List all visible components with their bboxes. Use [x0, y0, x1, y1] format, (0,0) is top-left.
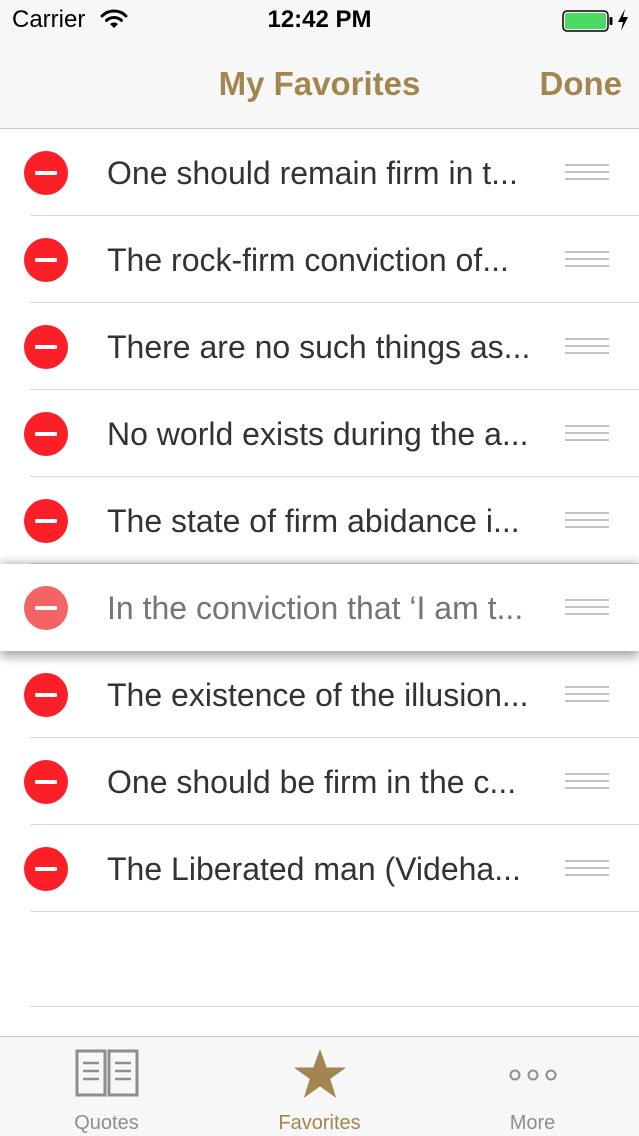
divider — [30, 1006, 639, 1007]
navigation-bar: My Favorites Done — [0, 40, 639, 129]
delete-button[interactable] — [24, 151, 68, 195]
status-time: 12:42 PM — [267, 6, 372, 33]
delete-button[interactable] — [24, 673, 68, 717]
battery-icon — [562, 10, 613, 32]
list-item-dragging[interactable]: In the conviction that ‘I am t... — [0, 564, 639, 651]
list-item[interactable]: There are no such things as... — [0, 303, 639, 390]
reorder-handle-icon[interactable] — [565, 512, 609, 530]
quote-text: In the conviction that ‘I am t... — [107, 590, 524, 626]
quote-text: The existence of the illusion... — [107, 677, 529, 713]
delete-button[interactable] — [24, 325, 68, 369]
tab-label: More — [509, 1112, 556, 1134]
screen: Carrier 12:42 PM My Favorites Done One s… — [0, 0, 639, 1136]
favorites-list: One should remain firm in t... The rock-… — [0, 129, 639, 912]
list-item[interactable]: The Liberated man (Videha... — [0, 825, 639, 912]
tab-bar: Quotes Favorites More — [0, 1036, 639, 1136]
minus-icon — [35, 258, 57, 262]
delete-button[interactable] — [24, 412, 68, 456]
minus-icon — [35, 606, 57, 610]
reorder-handle-icon[interactable] — [565, 686, 609, 704]
quote-text: The Liberated man (Videha... — [107, 851, 521, 887]
list-item[interactable]: One should be firm in the c... — [0, 738, 639, 825]
tab-label: Favorites — [278, 1112, 361, 1134]
quote-text: The rock-firm conviction of... — [107, 242, 509, 278]
quote-text: One should remain firm in t... — [107, 155, 518, 191]
quote-text: No world exists during the a... — [107, 416, 529, 452]
quote-text: There are no such things as... — [107, 329, 531, 365]
quote-text: One should be firm in the c... — [107, 764, 517, 800]
delete-button[interactable] — [24, 499, 68, 543]
done-button[interactable]: Done — [540, 64, 623, 104]
reorder-handle-icon[interactable] — [565, 773, 609, 791]
star-icon — [213, 1047, 426, 1103]
reorder-handle-icon[interactable] — [565, 251, 609, 269]
tab-quotes[interactable]: Quotes — [0, 1037, 213, 1136]
minus-icon — [35, 171, 57, 175]
minus-icon — [35, 867, 57, 871]
list-item[interactable]: One should remain firm in t... — [0, 129, 639, 216]
tab-more[interactable]: More — [426, 1037, 639, 1136]
list-item[interactable]: The state of firm abidance i... — [0, 477, 639, 564]
list-item[interactable]: No world exists during the a... — [0, 390, 639, 477]
reorder-handle-icon[interactable] — [565, 860, 609, 878]
tab-favorites[interactable]: Favorites — [213, 1037, 426, 1136]
minus-icon — [35, 693, 57, 697]
reorder-handle-icon[interactable] — [565, 338, 609, 356]
minus-icon — [35, 432, 57, 436]
minus-icon — [35, 345, 57, 349]
tab-label: Quotes — [74, 1112, 139, 1134]
delete-button[interactable] — [24, 847, 68, 891]
list-item[interactable]: The rock-firm conviction of... — [0, 216, 639, 303]
delete-button[interactable] — [24, 238, 68, 282]
reorder-handle-icon[interactable] — [565, 425, 609, 443]
list-item[interactable]: The existence of the illusion... — [0, 651, 639, 738]
delete-button[interactable] — [24, 760, 68, 804]
quote-text: The state of firm abidance i... — [107, 503, 520, 539]
more-icon — [426, 1047, 639, 1103]
minus-icon — [35, 780, 57, 784]
charging-bolt-icon — [618, 9, 628, 31]
book-icon — [0, 1047, 213, 1103]
minus-icon — [35, 519, 57, 523]
delete-button[interactable] — [24, 586, 68, 630]
reorder-handle-icon[interactable] — [565, 164, 609, 182]
reorder-handle-icon[interactable] — [565, 599, 609, 617]
status-bar: Carrier 12:42 PM — [0, 0, 639, 40]
